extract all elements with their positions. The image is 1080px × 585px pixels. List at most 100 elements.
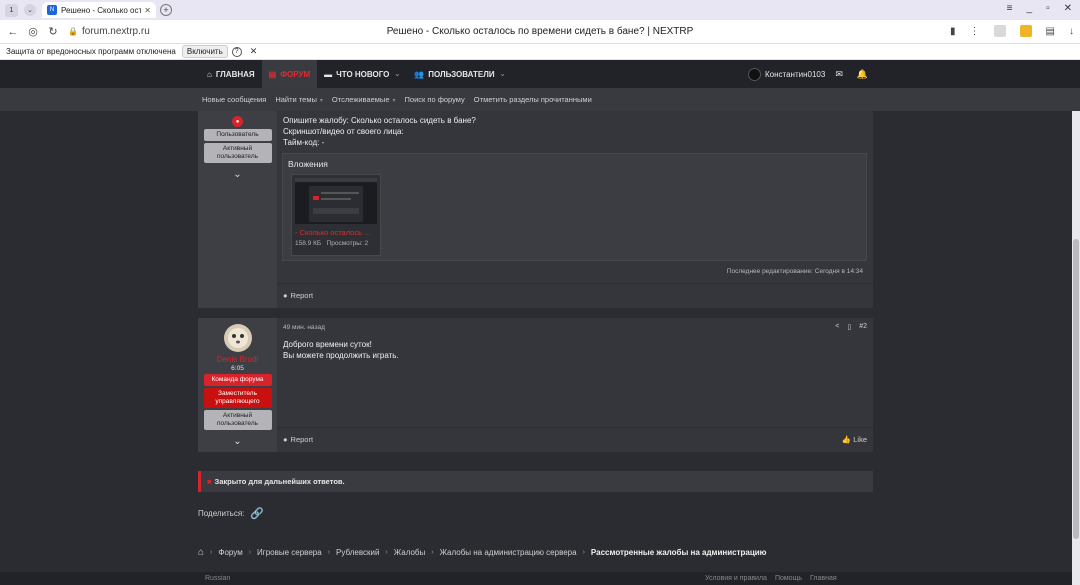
home-icon[interactable]: ⌂ <box>198 547 204 558</box>
user-badge: Активный пользователь <box>203 410 272 430</box>
help-icon[interactable]: ? <box>231 46 242 57</box>
tab-counter[interactable]: 1 <box>5 3 18 17</box>
reload-icon[interactable]: ↻ <box>46 25 60 38</box>
post-time[interactable]: 49 мин. назад <box>283 324 325 331</box>
post-2-user: Denis Brodi 6:05 Команда форума Заместит… <box>198 318 277 452</box>
nav-forum-label: ФОРУМ <box>280 69 311 79</box>
attachment-name[interactable]: - Сколько осталось ... <box>295 228 377 237</box>
avatar[interactable] <box>223 323 253 353</box>
post-1-body: Опишите жалобу: Сколько осталось сидеть … <box>277 111 873 308</box>
close-window-icon[interactable]: ✕ <box>1064 3 1072 14</box>
site-favicon-icon: N <box>47 5 57 15</box>
breadcrumb-current[interactable]: Рассмотренные жалобы на администрацию <box>591 548 767 557</box>
tab-title: Решено - Сколько оста <box>61 5 142 15</box>
users-icon: 👥 <box>414 69 425 79</box>
subnav-find-threads[interactable]: Найти темы ▾ <box>275 95 323 104</box>
post-number[interactable]: #2 <box>859 323 867 331</box>
post-2-username[interactable]: Denis Brodi <box>217 355 258 364</box>
chat-icon: ▬ <box>324 69 333 79</box>
breadcrumb-item[interactable]: Жалобы на администрацию сервера <box>440 548 577 557</box>
user-badge: Активный пользователь <box>203 143 272 163</box>
share-icon[interactable]: < <box>835 323 839 331</box>
bookmark-icon[interactable]: ▮ <box>950 26 956 37</box>
mail-icon[interactable]: ✉ <box>835 69 843 80</box>
post-line: Тайм-код: - <box>283 138 325 147</box>
post-line: Вы можете продолжить играть. <box>283 351 399 360</box>
nav-users[interactable]: 👥 ПОЛЬЗОВАТЕЛИ ⌄ <box>407 60 512 88</box>
subnav-mark-read[interactable]: Отметить разделы прочитанными <box>474 95 592 104</box>
subnav-search[interactable]: Поиск по форуму <box>405 95 465 104</box>
breadcrumb-separator: › <box>210 549 213 556</box>
chevron-down-icon[interactable]: ⌄ <box>394 70 400 78</box>
subnav-watched-label: Отслеживаемые <box>331 95 390 104</box>
footer-link[interactable]: Помощь <box>775 575 802 582</box>
breadcrumb-separator: › <box>248 549 252 556</box>
closed-notice-text: Закрыто для дальнейших ответов. <box>214 477 345 486</box>
chevron-down-icon[interactable]: ⌄ <box>24 4 36 16</box>
attachment-size: 158.9 КБ <box>295 240 322 247</box>
protection-text: Защита от вредоносных программ отключена <box>6 47 176 56</box>
scrollbar-thumb[interactable] <box>1073 239 1079 539</box>
thread-closed-notice: ■ Закрыто для дальнейших ответов. <box>198 471 873 492</box>
like-button[interactable]: 👍 Like <box>842 435 867 444</box>
extension-icon[interactable] <box>1019 25 1032 37</box>
subnav-watched[interactable]: Отслеживаемые ▾ <box>332 95 396 104</box>
breadcrumb-item[interactable]: Форум <box>218 548 242 557</box>
post-line: Опишите жалобу: Сколько осталось сидеть … <box>283 116 476 125</box>
subnav-new-posts[interactable]: Новые сообщения <box>202 95 266 104</box>
shield-icon[interactable]: ◎ <box>26 25 40 38</box>
download-icon[interactable]: ↓ <box>1069 26 1074 37</box>
close-icon[interactable]: ✕ <box>250 46 258 57</box>
close-icon[interactable]: ✕ <box>144 6 151 15</box>
enable-protection-button[interactable]: Включить <box>181 45 228 58</box>
nav-forum[interactable]: ▤ ФОРУМ <box>261 60 318 88</box>
reader-icon[interactable]: ▤ <box>1046 26 1055 37</box>
maximize-icon[interactable]: ▫ <box>1046 3 1050 14</box>
link-icon[interactable]: 🔗 <box>250 507 264 520</box>
minimize-icon[interactable]: _ <box>1027 3 1033 14</box>
forum-icon: ▤ <box>268 69 277 79</box>
breadcrumb-item[interactable]: Игровые сервера <box>257 548 322 557</box>
footer-link[interactable]: Главная <box>810 575 837 582</box>
more-icon[interactable]: ⋮ <box>970 26 980 37</box>
chevron-down-icon[interactable]: ⌄ <box>233 436 241 447</box>
share-row: Поделиться: 🔗 <box>198 507 264 520</box>
nav-home[interactable]: ⌂ ГЛАВНАЯ <box>200 60 262 88</box>
home-icon: ⌂ <box>207 69 212 79</box>
nav-users-label: ПОЛЬЗОВАТЕЛИ <box>428 69 495 79</box>
bell-icon[interactable]: 🔔 <box>857 69 868 80</box>
user-menu[interactable]: Константин0103 ✉ 🔔 <box>748 60 868 88</box>
new-tab-button[interactable]: + <box>160 4 172 16</box>
chevron-down-icon[interactable]: ⌄ <box>500 70 506 78</box>
avatar <box>748 67 761 81</box>
footer-links: Условия и правила Помощь Главная <box>705 575 837 582</box>
breadcrumb-item[interactable]: Жалобы <box>394 548 425 557</box>
breadcrumb-separator: › <box>385 549 388 556</box>
report-button[interactable]: Report <box>291 435 314 444</box>
chevron-down-icon[interactable]: ⌄ <box>233 169 241 180</box>
footer-link[interactable]: Условия и правила <box>705 575 767 582</box>
post-line: Скриншот/видео от своего лица: <box>283 127 404 136</box>
url-field[interactable]: 🔒 forum.nextrp.ru <box>68 26 150 37</box>
nav-whats-new[interactable]: ▬ ЧТО НОВОГО ⌄ <box>317 60 407 88</box>
back-icon[interactable]: ← <box>6 26 20 38</box>
user-badge: Заместитель управляющего <box>203 388 272 408</box>
browser-tab[interactable]: N Решено - Сколько оста ✕ <box>42 2 156 18</box>
post-2-footer: ● Report 👍 Like <box>277 427 873 451</box>
post-line: Доброго времени суток! <box>283 340 372 349</box>
language-selector[interactable]: Russian <box>205 575 230 582</box>
bookmark-icon[interactable]: ▯ <box>847 323 851 331</box>
report-button[interactable]: Report <box>291 291 314 300</box>
breadcrumb: ⌂ › Форум › Игровые сервера › Рублевский… <box>198 547 767 558</box>
breadcrumb-separator: › <box>582 549 585 556</box>
post-1-user: ● Пользователь Активный пользователь ⌄ <box>198 111 277 308</box>
attachment-card[interactable]: - Сколько осталось ... 158.9 КБ Просмотр… <box>291 174 381 256</box>
attachment-thumbnail[interactable] <box>295 178 377 224</box>
attachment-views: Просмотры: 2 <box>326 240 369 247</box>
scrollbar[interactable] <box>1072 111 1080 585</box>
breadcrumb-item[interactable]: Рублевский <box>336 548 379 557</box>
qr-icon[interactable] <box>993 25 1006 37</box>
url-text: forum.nextrp.ru <box>81 26 150 37</box>
like-label: Like <box>853 435 867 444</box>
menu-icon[interactable]: ≡ <box>1007 3 1013 14</box>
